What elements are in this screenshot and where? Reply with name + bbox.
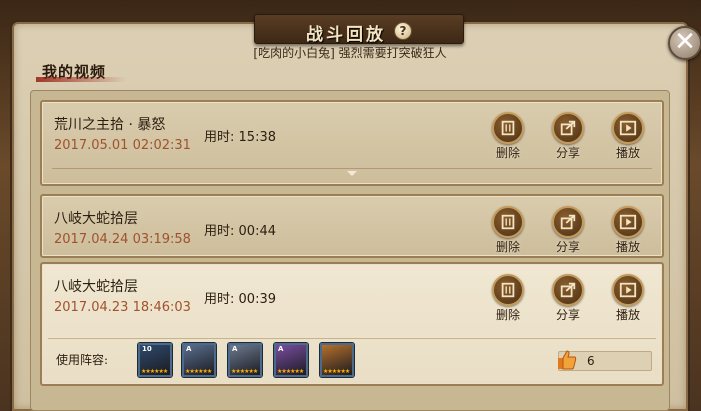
duration-prefix: 用时: (204, 292, 235, 307)
video-title: 八岐大蛇拾层 (54, 211, 138, 227)
shikigami-portrait-white-icon[interactable]: A ★★★★★★ (228, 343, 262, 377)
share-icon (552, 206, 584, 238)
share-label: 分享 (555, 308, 580, 322)
video-date: 2017.04.24 03:19:58 (54, 232, 191, 247)
shikigami-level: A (278, 345, 284, 353)
star-rating-icon: ★★★★★★ (231, 368, 258, 375)
share-icon (552, 274, 584, 306)
subtitle-text: [吃肉的小白兔] 强烈需要打突破狂人 (253, 46, 447, 60)
expand-toggle[interactable] (52, 168, 652, 180)
video-title: 荒川之主拾 · 暴怒 (54, 117, 166, 133)
trash-icon (492, 206, 524, 238)
play-label: 播放 (615, 146, 640, 160)
star-rating-icon: ★★★★★★ (323, 368, 350, 375)
chevron-down-icon (347, 171, 357, 176)
play-icon (612, 274, 644, 306)
duration-value: 00:39 (238, 292, 276, 307)
star-rating-icon: ★★★★★★ (185, 368, 212, 375)
shikigami-level: 10 (142, 345, 152, 353)
delete-label: 删除 (495, 308, 520, 322)
section-label: 我的视频 (36, 60, 126, 84)
duration-value: 15:38 (238, 130, 276, 145)
delete-button[interactable]: 删除 (486, 274, 530, 323)
shikigami-level: A (186, 345, 192, 353)
play-button[interactable]: 播放 (606, 274, 650, 323)
share-button[interactable]: 分享 (546, 274, 590, 323)
lineup-row: 使用阵容: 10 ★★★★★★ A ★★★★★★ A ★★★★★★ A ★★★★… (48, 338, 656, 378)
like-button[interactable]: 6 (558, 350, 652, 371)
share-button[interactable]: 分享 (546, 206, 590, 255)
play-button[interactable]: 播放 (606, 112, 650, 161)
play-icon (612, 206, 644, 238)
share-label: 分享 (555, 146, 580, 160)
video-date: 2017.04.23 18:46:03 (54, 300, 191, 315)
trash-icon (492, 112, 524, 144)
video-duration: 用时: 15:38 (204, 126, 276, 145)
thumbs-up-icon (558, 350, 577, 370)
video-duration: 用时: 00:39 (204, 288, 276, 307)
duration-value: 00:44 (238, 224, 276, 239)
window-title: 战斗回放 (306, 25, 386, 45)
star-rating-icon: ★★★★★★ (277, 368, 304, 375)
play-icon (612, 112, 644, 144)
duration-prefix: 用时: (204, 224, 235, 239)
trash-icon (492, 274, 524, 306)
video-date: 2017.05.01 02:02:31 (54, 138, 191, 153)
star-rating-icon: ★★★★★★ (141, 368, 168, 375)
like-count: 6 (587, 354, 595, 368)
video-duration: 用时: 00:44 (204, 220, 276, 239)
delete-button[interactable]: 删除 (486, 112, 530, 161)
share-button[interactable]: 分享 (546, 112, 590, 161)
video-card[interactable]: 荒川之主拾 · 暴怒 2017.05.01 02:02:31 用时: 15:38… (40, 100, 664, 186)
delete-label: 删除 (495, 240, 520, 254)
video-title: 八岐大蛇拾层 (54, 279, 138, 295)
shikigami-portrait-fox-icon[interactable]: A ★★★★★★ (274, 343, 308, 377)
help-icon[interactable]: ? (394, 22, 412, 40)
video-card-expanded[interactable]: 八岐大蛇拾层 2017.04.23 18:46:03 用时: 00:39 删除 … (40, 262, 664, 386)
shikigami-portrait-dark-icon[interactable]: 10 ★★★★★★ (138, 343, 172, 377)
play-label: 播放 (615, 308, 640, 322)
share-icon (552, 112, 584, 144)
shikigami-portrait-mask-icon[interactable]: A ★★★★★★ (182, 343, 216, 377)
duration-prefix: 用时: (204, 130, 235, 145)
play-button[interactable]: 播放 (606, 206, 650, 255)
share-label: 分享 (555, 240, 580, 254)
delete-button[interactable]: 删除 (486, 206, 530, 255)
shikigami-level: A (232, 345, 238, 353)
shikigami-portrait-flame-icon[interactable]: ★★★★★★ (320, 343, 354, 377)
video-card[interactable]: 八岐大蛇拾层 2017.04.24 03:19:58 用时: 00:44 删除 … (40, 194, 664, 258)
lineup-label: 使用阵容: (56, 353, 109, 367)
close-button[interactable]: ✕ (668, 26, 701, 60)
play-label: 播放 (615, 240, 640, 254)
delete-label: 删除 (495, 146, 520, 160)
